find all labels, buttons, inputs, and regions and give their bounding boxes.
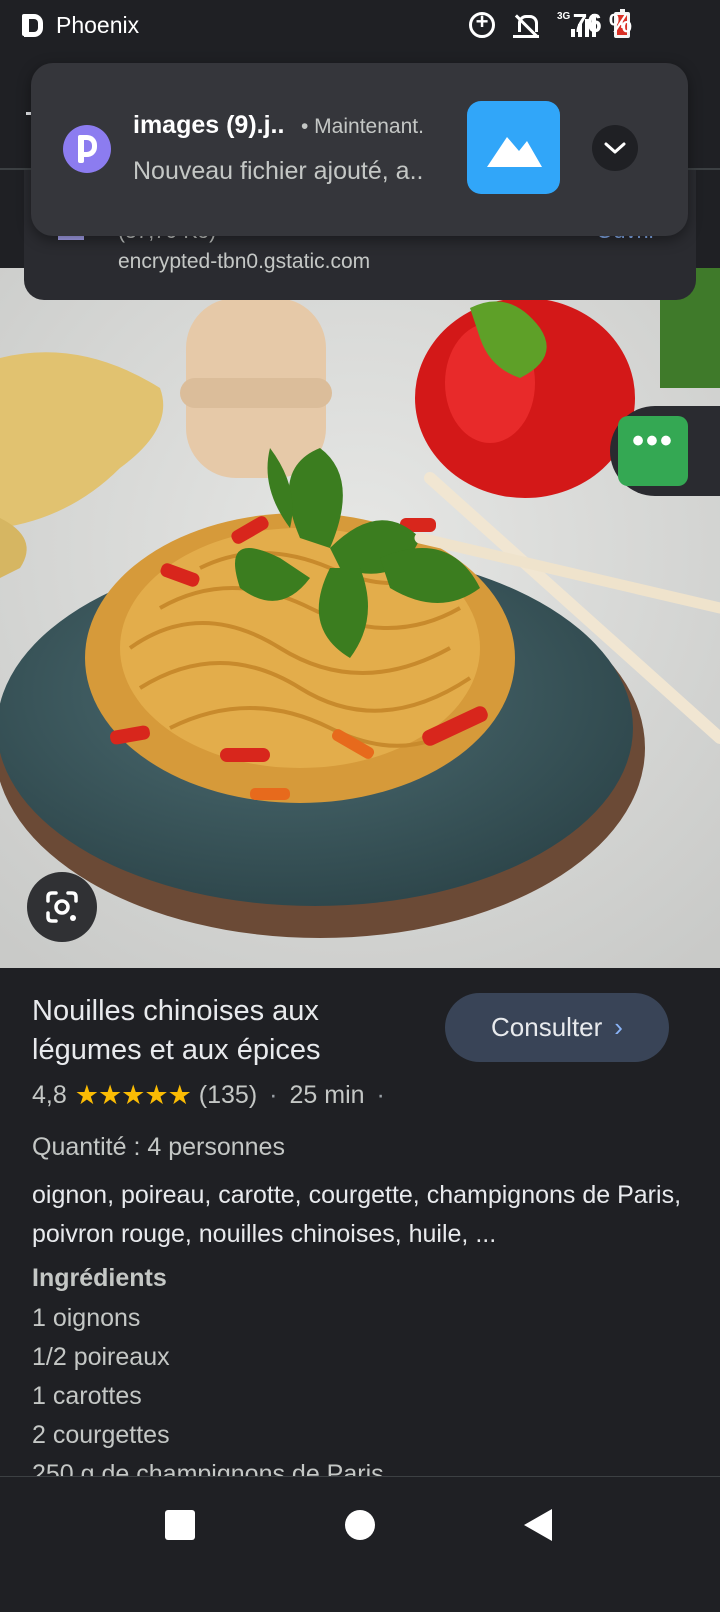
list-item: 1/2 poireaux bbox=[32, 1343, 170, 1371]
ingredients-heading: Ingrédients bbox=[32, 1264, 167, 1292]
download-source: encrypted-tbn0.gstatic.com bbox=[118, 250, 371, 273]
cook-time: 25 min bbox=[289, 1081, 365, 1109]
system-nav-bar bbox=[0, 1476, 720, 1612]
rating-stars-icon: ★★★★★ bbox=[74, 1080, 192, 1110]
separator-dot: · bbox=[269, 1081, 278, 1109]
list-item: 250 g de champignons de Paris bbox=[32, 1460, 384, 1476]
recipe-title[interactable]: Nouilles chinoises aux légumes et aux ép… bbox=[32, 992, 422, 1070]
notification-time: • Maintenant. bbox=[301, 115, 424, 138]
separator-dot: · bbox=[376, 1081, 385, 1109]
data-saver-icon bbox=[469, 9, 495, 38]
consult-label: Consulter bbox=[491, 1012, 603, 1042]
notification-title: images (9).j.. bbox=[133, 111, 285, 139]
floating-menu-button[interactable]: ••• bbox=[618, 416, 688, 486]
status-app-name: Phoenix bbox=[56, 11, 140, 38]
home-button[interactable] bbox=[300, 1477, 420, 1612]
list-item: 2 courgettes bbox=[32, 1421, 170, 1449]
recents-button[interactable] bbox=[120, 1477, 240, 1612]
review-count: (135) bbox=[198, 1081, 258, 1109]
image-thumbnail-icon bbox=[467, 101, 560, 194]
ingredients-summary: oignon, poireau, carotte, courgette, cha… bbox=[32, 1181, 682, 1248]
chevron-right-icon: › bbox=[614, 1012, 623, 1042]
lens-icon bbox=[46, 891, 78, 923]
file-added-notification[interactable]: images (9).j.. • Maintenant. Nouveau fic… bbox=[31, 63, 688, 236]
network-type: 3G bbox=[557, 11, 571, 22]
rating-value: 4,8 bbox=[32, 1081, 67, 1109]
google-lens-button[interactable] bbox=[27, 872, 97, 942]
expand-notification-button[interactable] bbox=[592, 125, 638, 171]
chevron-down-icon bbox=[604, 142, 626, 154]
rating-row: 4,8 ★★★★★ (135) · 25 min · bbox=[32, 1080, 389, 1111]
recipe-image[interactable] bbox=[0, 268, 720, 968]
notifications-muted-icon bbox=[513, 12, 539, 38]
consult-button[interactable]: Consulter › bbox=[445, 993, 669, 1062]
list-item: 1 oignons bbox=[32, 1304, 141, 1332]
phoenix-logo-icon bbox=[20, 12, 43, 38]
list-item: 1 carottes bbox=[32, 1382, 142, 1410]
servings: Quantité : 4 personnes bbox=[32, 1133, 285, 1161]
notification-text: Nouveau fichier ajouté, a.. bbox=[133, 157, 424, 185]
pcloud-app-icon bbox=[63, 125, 111, 173]
back-button[interactable] bbox=[478, 1477, 598, 1612]
recipe-card: Nouilles chinoises aux légumes et aux ép… bbox=[0, 968, 720, 1476]
status-bar: Phoenix 3G 76 % bbox=[0, 0, 720, 50]
battery-percent: 76 % bbox=[572, 8, 632, 38]
ingredients-list: 1 oignons 1/2 poireaux 1 carottes 2 cour… bbox=[32, 1302, 384, 1476]
download-file-icon bbox=[58, 236, 84, 240]
